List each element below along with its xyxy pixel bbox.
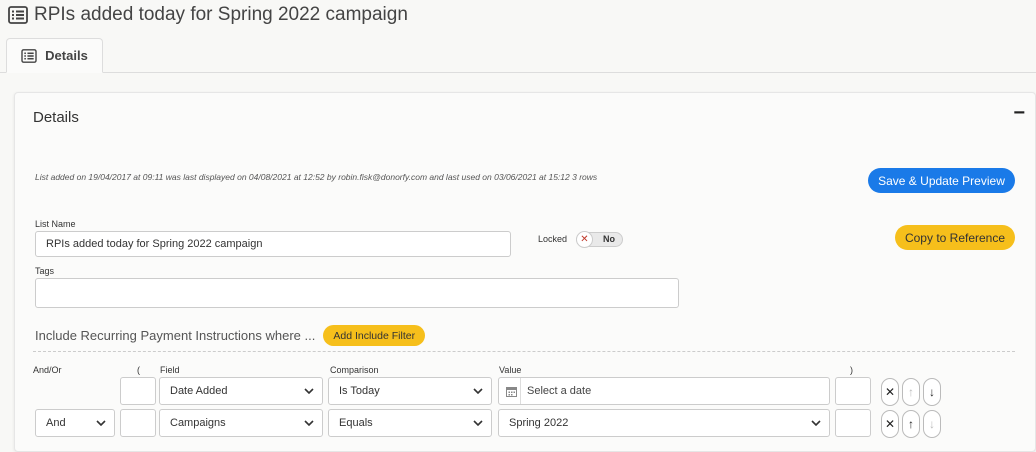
remove-filter-button[interactable]: ✕: [881, 378, 899, 406]
list-icon: [21, 48, 37, 63]
chevron-down-icon: [304, 420, 314, 426]
chevron-down-icon: [473, 420, 483, 426]
tags-input[interactable]: [35, 278, 679, 308]
save-update-preview-button[interactable]: Save & Update Preview: [868, 168, 1015, 193]
close-icon: ✕: [576, 231, 593, 248]
tab-details-label: Details: [45, 48, 88, 63]
move-up-button[interactable]: ↑: [902, 378, 920, 406]
locked-label: Locked: [538, 234, 568, 244]
comparison-select[interactable]: Is Today: [328, 377, 492, 405]
field-select[interactable]: Date Added: [159, 377, 323, 405]
chevron-down-icon: [96, 420, 106, 426]
comparison-select-value: Is Today: [339, 385, 380, 397]
col-header-field: Field: [160, 365, 180, 375]
arrow-up-icon: ↑: [908, 385, 914, 399]
include-filter-text: Include Recurring Payment Instructions w…: [35, 328, 316, 343]
list-meta-info: List added on 19/04/2017 at 09:11 was la…: [35, 172, 598, 182]
value-select[interactable]: Spring 2022: [498, 409, 830, 437]
move-up-button[interactable]: ↑: [902, 410, 920, 438]
move-down-button[interactable]: ↓: [923, 410, 941, 438]
value-select-value: Spring 2022: [509, 417, 569, 429]
add-include-filter-button[interactable]: Add Include Filter: [323, 325, 426, 346]
list-icon: [8, 6, 28, 24]
col-header-close-paren: ): [850, 365, 853, 375]
col-header-value: Value: [499, 365, 522, 375]
filter-divider: [33, 351, 1015, 352]
col-header-andor: And/Or: [33, 365, 62, 375]
remove-filter-button[interactable]: ✕: [881, 410, 899, 438]
move-down-button[interactable]: ↓: [923, 378, 941, 406]
arrow-down-icon: ↓: [929, 417, 935, 431]
andor-select[interactable]: And: [35, 409, 115, 437]
collapse-icon[interactable]: −: [1013, 103, 1025, 123]
col-header-comparison: Comparison: [330, 365, 379, 375]
comparison-select[interactable]: Equals: [328, 409, 492, 437]
field-select-value: Campaigns: [170, 417, 226, 429]
copy-to-reference-button[interactable]: Copy to Reference: [895, 225, 1015, 250]
details-panel: Details − List added on 19/04/2017 at 09…: [14, 92, 1036, 452]
locked-toggle-value: No: [603, 234, 615, 244]
andor-select-value: And: [46, 417, 66, 429]
open-paren-input[interactable]: [120, 409, 156, 437]
date-value-placeholder: Select a date: [527, 385, 592, 397]
arrow-up-icon: ↑: [908, 417, 914, 431]
list-name-input[interactable]: RPIs added today for Spring 2022 campaig…: [35, 231, 511, 257]
date-value-input[interactable]: Select a date: [498, 377, 830, 405]
panel-title: Details: [33, 109, 79, 126]
arrow-down-icon: ↓: [929, 385, 935, 399]
include-filter-row: Include Recurring Payment Instructions w…: [35, 325, 426, 346]
calendar-icon: [503, 378, 521, 404]
open-paren-input[interactable]: [120, 377, 156, 405]
comparison-select-value: Equals: [339, 417, 373, 429]
col-header-open-paren: (: [137, 365, 140, 375]
close-icon: ✕: [884, 417, 896, 431]
field-select-value: Date Added: [170, 385, 228, 397]
tab-details[interactable]: Details: [6, 38, 103, 73]
page-title-text: RPIs added today for Spring 2022 campaig…: [34, 4, 408, 25]
close-icon: ✕: [884, 385, 896, 399]
chevron-down-icon: [473, 388, 483, 394]
close-paren-input[interactable]: [835, 409, 871, 437]
page-title: RPIs added today for Spring 2022 campaig…: [8, 4, 408, 26]
field-select[interactable]: Campaigns: [159, 409, 323, 437]
tabs-divider: [0, 72, 1036, 73]
chevron-down-icon: [304, 388, 314, 394]
close-paren-input[interactable]: [835, 377, 871, 405]
tags-label: Tags: [35, 266, 55, 276]
list-name-label: List Name: [35, 219, 76, 229]
locked-toggle[interactable]: ✕ No: [576, 231, 623, 248]
chevron-down-icon: [811, 420, 821, 426]
